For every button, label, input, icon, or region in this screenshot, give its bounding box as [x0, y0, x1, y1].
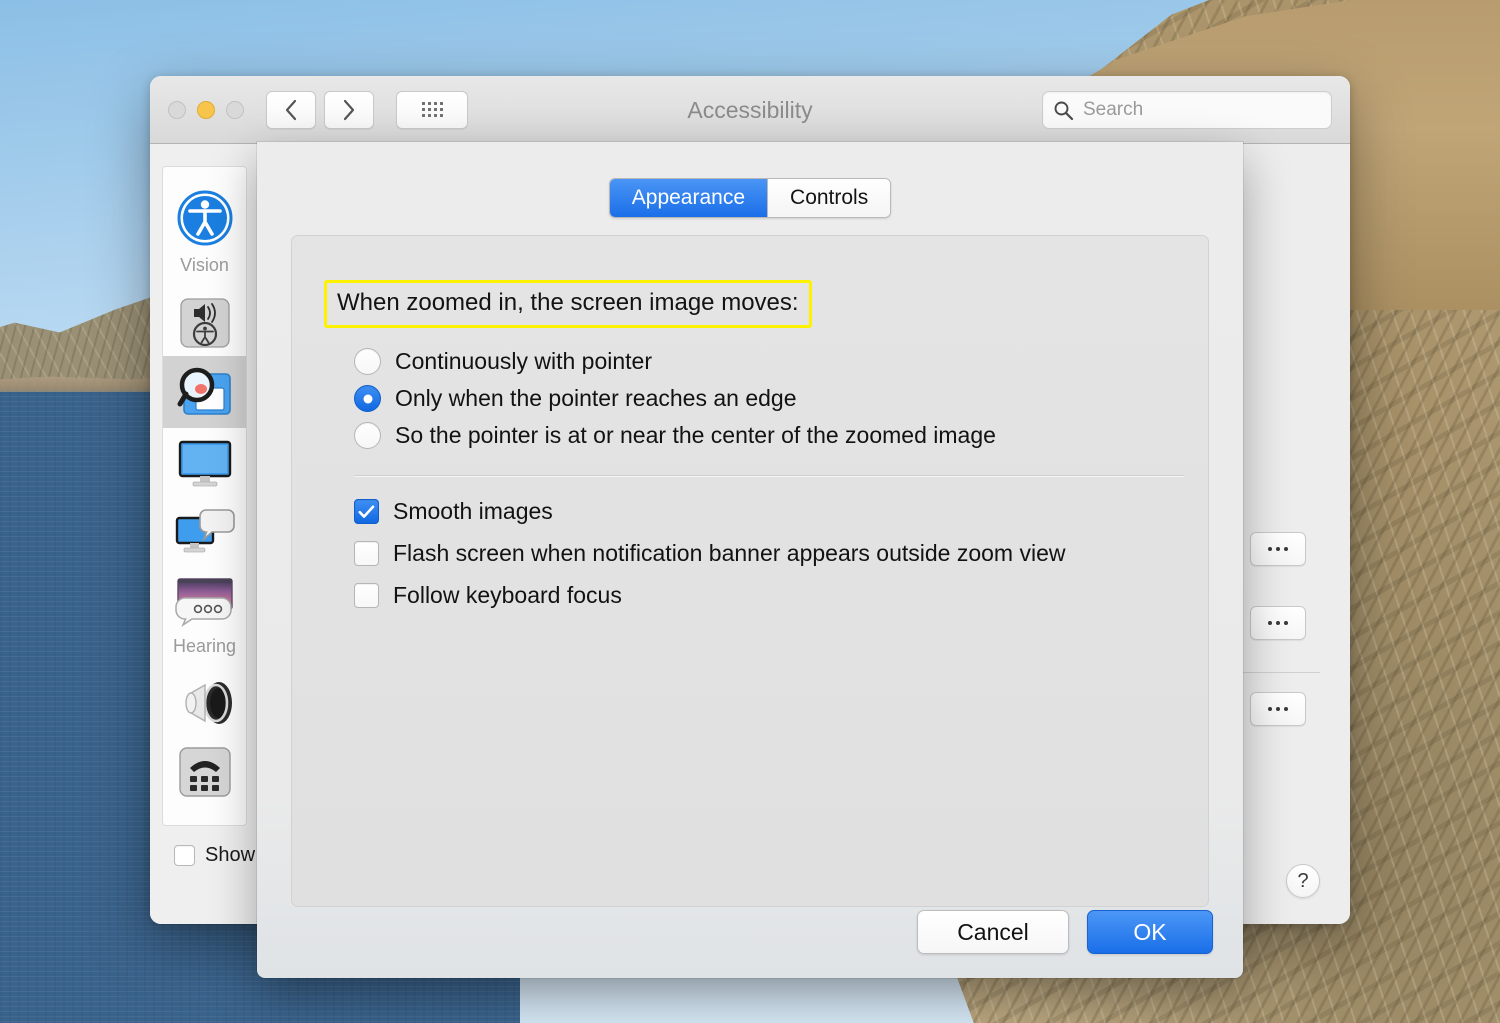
spoken-content-icon [174, 506, 236, 558]
radio-continuously[interactable] [354, 348, 381, 375]
show-all-grid-icon [422, 102, 443, 117]
options-ellipsis-button-2[interactable] [1250, 606, 1306, 640]
cancel-button[interactable]: Cancel [917, 910, 1069, 954]
sheet-checkbox-group: Smooth images Flash screen when notifica… [332, 498, 1168, 609]
radio-label-pointer-edge: Only when the pointer reaches an edge [395, 385, 797, 412]
show-all-button[interactable] [396, 91, 468, 129]
options-ellipsis-button-1[interactable] [1250, 532, 1306, 566]
checkbox-label-smooth-images: Smooth images [393, 498, 553, 525]
show-checkbox-box[interactable] [174, 845, 195, 866]
sidebar-item-descriptions[interactable] [163, 564, 246, 634]
radio-row-continuously[interactable]: Continuously with pointer [354, 348, 1168, 375]
checkmark-icon [358, 505, 375, 519]
sidebar-item-accessibility-badge[interactable] [163, 179, 246, 253]
sheet-content-box: When zoomed in, the screen image moves: … [291, 235, 1209, 907]
checkbox-row-follow-keyboard-focus[interactable]: Follow keyboard focus [354, 582, 1168, 609]
section-label-highlighted: When zoomed in, the screen image moves: [324, 280, 812, 328]
display-monitor-icon [175, 438, 235, 490]
desktop: Accessibility Search [0, 0, 1500, 1023]
zoom-magnifier-icon [174, 366, 236, 422]
minimize-button[interactable] [197, 101, 215, 119]
sidebar-item-display[interactable] [163, 428, 246, 496]
tab-appearance[interactable]: Appearance [610, 179, 767, 217]
navigation-buttons [266, 91, 374, 129]
close-button[interactable] [168, 101, 186, 119]
sheet-tab-bar: Appearance Controls [257, 142, 1243, 218]
checkbox-smooth-images[interactable] [354, 499, 379, 524]
checkbox-follow-keyboard-focus[interactable] [354, 583, 379, 608]
sidebar-list: Vision [162, 166, 247, 826]
ok-button[interactable]: OK [1087, 910, 1213, 954]
accessibility-sidebar: Vision [150, 144, 260, 924]
maximize-button[interactable] [226, 101, 244, 119]
back-button[interactable] [266, 91, 316, 129]
radio-row-pointer-edge[interactable]: Only when the pointer reaches an edge [354, 385, 1168, 412]
radio-pointer-center[interactable] [354, 422, 381, 449]
radio-row-pointer-center[interactable]: So the pointer is at or near the center … [354, 422, 1168, 449]
traffic-lights [168, 101, 244, 119]
sidebar-group-label-vision: Vision [163, 253, 246, 286]
checkbox-label-follow-keyboard-focus: Follow keyboard focus [393, 582, 622, 609]
zoom-options-sheet: Appearance Controls When zoomed in, the … [257, 142, 1243, 978]
segmented-control: Appearance Controls [609, 178, 891, 218]
radio-label-pointer-center: So the pointer is at or near the center … [395, 422, 996, 449]
forward-icon [342, 99, 356, 121]
sheet-divider [354, 475, 1184, 476]
sidebar-item-audio[interactable] [163, 667, 246, 735]
screen-image-moves-radio-group: Continuously with pointer Only when the … [332, 348, 1168, 449]
options-ellipsis-button-3[interactable] [1250, 692, 1306, 726]
checkbox-row-smooth-images[interactable]: Smooth images [354, 498, 1168, 525]
back-icon [284, 99, 298, 121]
sidebar-item-rtt[interactable] [163, 735, 246, 805]
sidebar-show-checkbox[interactable]: Show [150, 844, 259, 867]
checkbox-row-flash-screen[interactable]: Flash screen when notification banner ap… [354, 540, 1168, 567]
tab-controls[interactable]: Controls [767, 179, 890, 217]
checkbox-flash-screen[interactable] [354, 541, 379, 566]
search-placeholder: Search [1083, 99, 1143, 121]
help-button[interactable]: ? [1286, 864, 1320, 898]
sheet-footer: Cancel OK [917, 910, 1213, 954]
show-checkbox-label: Show [205, 844, 255, 867]
forward-button[interactable] [324, 91, 374, 129]
audio-speaker-icon [175, 677, 235, 729]
checkbox-label-flash-screen: Flash screen when notification banner ap… [393, 540, 1066, 567]
sidebar-item-zoom[interactable] [163, 356, 246, 428]
search-field[interactable]: Search [1042, 91, 1332, 129]
sidebar-item-voiceover[interactable] [163, 286, 246, 356]
window-titlebar: Accessibility Search [150, 76, 1350, 144]
descriptions-icon [174, 574, 236, 628]
voiceover-icon [178, 296, 232, 350]
rtt-telephone-icon [177, 745, 233, 799]
accessibility-person-icon [176, 189, 234, 247]
search-icon [1053, 100, 1074, 121]
radio-pointer-edge[interactable] [354, 385, 381, 412]
sidebar-group-label-hearing: Hearing [163, 634, 246, 667]
sidebar-item-spoken-content[interactable] [163, 496, 246, 564]
radio-label-continuously: Continuously with pointer [395, 348, 652, 375]
